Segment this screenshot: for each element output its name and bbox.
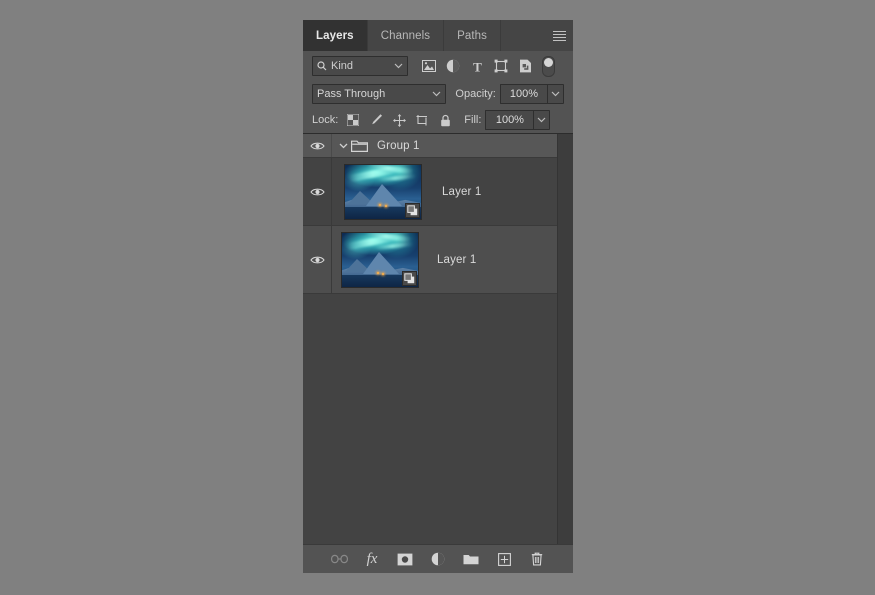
layer-list-scrollbar[interactable] <box>557 134 573 544</box>
link-layers-button[interactable] <box>329 549 349 569</box>
chevron-down-icon <box>339 143 347 148</box>
fill-input[interactable]: 100% <box>485 110 534 130</box>
fill-stepper[interactable] <box>533 110 551 130</box>
panel-tab-bar: Layers Channels Paths <box>303 20 573 51</box>
hamburger-menu-icon <box>552 30 566 41</box>
blend-opacity-row: Pass Through Opacity: 100% <box>303 81 573 107</box>
layer-thumbnail-slot <box>332 163 433 220</box>
opacity-label: Opacity: <box>455 88 496 100</box>
new-adjustment-layer-button[interactable] <box>428 549 448 569</box>
layer-name: Group 1 <box>377 139 420 152</box>
folder-icon <box>351 139 368 152</box>
filter-enable-toggle[interactable] <box>542 55 555 77</box>
filter-type-buttons: T <box>418 55 555 77</box>
smart-object-badge <box>402 270 417 286</box>
pixel-layer-filter-icon[interactable] <box>418 55 440 77</box>
fill-label: Fill: <box>464 114 482 126</box>
layer-name: Layer 1 <box>442 185 482 198</box>
lock-all-icon[interactable] <box>435 110 455 130</box>
table-row[interactable]: Group 1 <box>303 134 557 158</box>
eye-icon <box>309 188 325 195</box>
blend-mode-select[interactable]: Pass Through <box>312 84 447 104</box>
group-disclosure-toggle[interactable] <box>336 143 350 149</box>
layer-thumbnail[interactable] <box>341 231 419 288</box>
add-layer-mask-button[interactable] <box>395 549 415 569</box>
filter-kind-select[interactable]: Kind <box>312 56 408 76</box>
tab-channels-label: Channels <box>380 29 431 42</box>
opacity-stepper[interactable] <box>547 84 564 104</box>
filter-row: Kind T <box>303 51 573 81</box>
panel-menu-button[interactable] <box>545 20 573 51</box>
opacity-value: 100% <box>509 88 539 100</box>
tab-channels[interactable]: Channels <box>367 20 445 51</box>
chevron-down-icon <box>394 63 403 69</box>
layers-bottom-toolbar: fx <box>303 544 573 573</box>
layer-visibility-toggle[interactable] <box>303 134 332 157</box>
table-row[interactable]: Layer 1 <box>303 158 557 226</box>
lock-transparent-pixels-icon[interactable] <box>343 110 363 130</box>
layer-thumbnail-slot <box>332 231 428 288</box>
layer-thumbnail[interactable] <box>343 163 422 220</box>
opacity-input[interactable]: 100% <box>499 84 548 104</box>
mask-icon <box>397 553 413 565</box>
search-icon <box>317 61 327 71</box>
layer-name: Layer 1 <box>437 253 477 266</box>
new-layer-plus-icon <box>497 552 511 566</box>
link-icon <box>330 554 348 564</box>
delete-layer-button[interactable] <box>527 549 547 569</box>
blend-mode-value: Pass Through <box>317 88 386 100</box>
tab-paths[interactable]: Paths <box>444 20 501 51</box>
eye-icon <box>309 142 325 149</box>
fx-icon: fx <box>366 550 378 567</box>
type-layer-filter-icon[interactable]: T <box>466 55 488 77</box>
lock-label: Lock: <box>312 114 339 126</box>
layer-visibility-toggle[interactable] <box>303 158 332 225</box>
layer-style-button[interactable]: fx <box>362 549 382 569</box>
folder-icon <box>463 555 479 565</box>
tab-paths-label: Paths <box>457 29 487 42</box>
table-row[interactable]: Layer 1 <box>303 226 557 294</box>
tab-layers-label: Layers <box>316 29 354 42</box>
chevron-down-icon <box>551 91 560 97</box>
smart-object-badge <box>404 202 420 218</box>
lock-fill-row: Lock: Fill: 100% <box>303 107 573 133</box>
filter-kind-label: Kind <box>331 60 354 72</box>
tab-layers[interactable]: Layers <box>303 20 368 51</box>
eye-icon <box>309 256 325 263</box>
shape-layer-filter-icon[interactable] <box>490 55 512 77</box>
trash-icon <box>531 552 543 566</box>
svg-text:T: T <box>473 60 482 73</box>
lock-buttons <box>343 110 455 130</box>
adjustment-circle-icon <box>431 552 445 566</box>
lock-image-pixels-icon[interactable] <box>366 110 386 130</box>
layer-list: Group 1 Layer 1 Layer 1 <box>303 134 557 544</box>
lock-position-icon[interactable] <box>389 110 409 130</box>
layer-visibility-toggle[interactable] <box>303 226 332 293</box>
adjustment-layer-filter-icon[interactable] <box>442 55 464 77</box>
layers-panel: Layers Channels Paths Kind T Pass Throug… <box>303 20 573 573</box>
lock-artboard-nesting-icon[interactable] <box>412 110 432 130</box>
new-group-button[interactable] <box>461 549 481 569</box>
new-layer-button[interactable] <box>494 549 514 569</box>
layer-list-container: Group 1 Layer 1 Layer 1 <box>303 133 573 544</box>
tab-bar-spacer <box>501 20 545 51</box>
smart-object-filter-icon[interactable] <box>514 55 536 77</box>
chevron-down-icon <box>537 117 546 123</box>
chevron-down-icon <box>432 91 441 97</box>
fill-value: 100% <box>495 114 524 126</box>
